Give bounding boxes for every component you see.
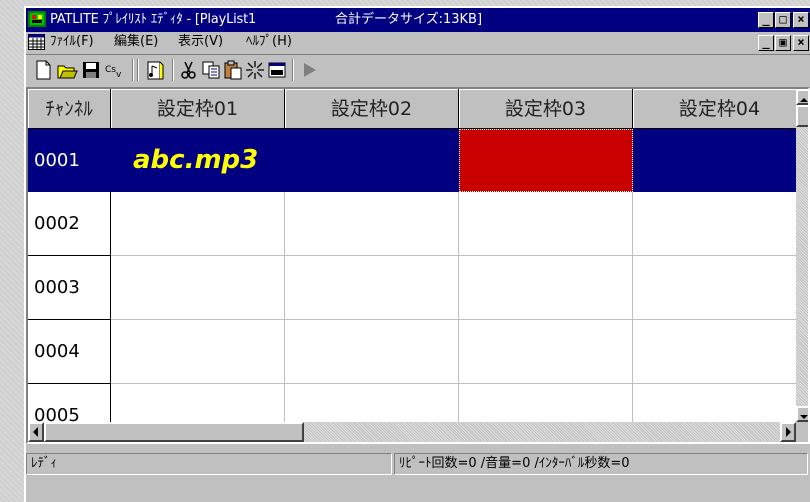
save-icon[interactable] bbox=[80, 59, 102, 81]
toolbar-separator bbox=[137, 59, 139, 81]
playlist-grid[interactable]: ﾁｬﾝﾈﾙ 設定枠01 設定枠02 設定枠03 設定枠04 0001 abc.m… bbox=[26, 87, 810, 444]
clear-icon[interactable] bbox=[244, 59, 266, 81]
scroll-down-button[interactable] bbox=[796, 406, 808, 422]
toolbar-separator bbox=[172, 59, 174, 81]
slot-cell-focused[interactable] bbox=[459, 129, 633, 192]
scroll-left-button[interactable] bbox=[28, 422, 44, 442]
toolbar: Cs v bbox=[26, 54, 810, 84]
window-icon[interactable] bbox=[266, 59, 288, 81]
slot-cell[interactable] bbox=[111, 256, 285, 320]
slot-cell[interactable] bbox=[111, 320, 285, 384]
playlist-icon[interactable] bbox=[144, 59, 166, 81]
menu-help[interactable]: ﾍﾙﾌﾟ(H) bbox=[246, 34, 292, 50]
cut-icon[interactable] bbox=[178, 59, 200, 81]
status-playback-info: ﾘﾋﾟｰﾄ回数=0 /音量=0 /ｲﾝﾀｰﾊﾞﾙ秒数=0 bbox=[394, 453, 808, 475]
maximize-button[interactable]: □ bbox=[775, 12, 791, 28]
slot-cell[interactable] bbox=[459, 256, 633, 320]
menu-bar: ﾌｧｲﾙ(F) 編集(E) 表示(V) ﾍﾙﾌﾟ(H) _ ▣ × bbox=[26, 32, 810, 52]
app-window: PATLITE ﾌﾟﾚｲﾘｽﾄ ｴﾃﾞｨﾀ - [PlayList1 合計データ… bbox=[24, 6, 810, 502]
toolbar-separator bbox=[132, 59, 134, 81]
open-icon[interactable] bbox=[56, 59, 78, 81]
svg-text:Cs: Cs bbox=[105, 65, 116, 75]
header-slot01[interactable]: 設定枠01 bbox=[111, 89, 285, 129]
app-icon bbox=[28, 11, 46, 27]
channel-cell[interactable]: 0004 bbox=[28, 320, 111, 384]
toolbar-separator bbox=[292, 59, 294, 81]
header-slot02[interactable]: 設定枠02 bbox=[285, 89, 459, 129]
channel-cell[interactable]: 0003 bbox=[28, 256, 111, 320]
minimize-button[interactable]: _ bbox=[758, 12, 774, 28]
horizontal-scrollbar[interactable] bbox=[28, 422, 796, 442]
slot-cell[interactable] bbox=[459, 192, 633, 256]
header-slot04[interactable]: 設定枠04 bbox=[633, 89, 807, 129]
scrollbar-corner bbox=[796, 422, 808, 442]
title-bar[interactable]: PATLITE ﾌﾟﾚｲﾘｽﾄ ｴﾃﾞｨﾀ - [PlayList1 合計データ… bbox=[26, 8, 810, 32]
document-icon[interactable] bbox=[28, 34, 45, 50]
menu-edit[interactable]: 編集(E) bbox=[114, 34, 158, 50]
menu-file[interactable]: ﾌｧｲﾙ(F) bbox=[50, 34, 94, 50]
slot-cell[interactable] bbox=[633, 320, 807, 384]
scroll-up-button[interactable] bbox=[796, 89, 808, 105]
scroll-right-button[interactable] bbox=[780, 422, 796, 442]
vertical-scrollbar[interactable] bbox=[796, 89, 808, 422]
svg-text:v: v bbox=[116, 70, 122, 80]
doc-minimize-button[interactable]: _ bbox=[758, 35, 774, 51]
file-name: abc.mp3 bbox=[133, 145, 259, 175]
slot-cell[interactable] bbox=[285, 192, 459, 256]
slot-cell[interactable] bbox=[633, 129, 807, 192]
status-ready: ﾚﾃﾞｨ bbox=[26, 453, 392, 475]
total-data-size: 合計データサイズ:13KB] bbox=[335, 12, 483, 27]
status-bar: ﾚﾃﾞｨ ﾘﾋﾟｰﾄ回数=0 /音量=0 /ｲﾝﾀｰﾊﾞﾙ秒数=0 bbox=[26, 448, 810, 478]
paste-icon[interactable] bbox=[222, 59, 244, 81]
header-slot03[interactable]: 設定枠03 bbox=[459, 89, 633, 129]
slot-cell[interactable] bbox=[285, 256, 459, 320]
window-title: PATLITE ﾌﾟﾚｲﾘｽﾄ ｴﾃﾞｨﾀ - [PlayList1 bbox=[50, 12, 257, 27]
doc-close-button[interactable]: × bbox=[793, 35, 809, 51]
slot-cell[interactable] bbox=[111, 192, 285, 256]
slot-cell[interactable] bbox=[285, 320, 459, 384]
play-icon[interactable] bbox=[298, 59, 320, 81]
vertical-scroll-thumb[interactable] bbox=[796, 105, 808, 127]
channel-cell[interactable]: 0001 bbox=[28, 129, 111, 192]
slot-cell[interactable]: abc.mp3 bbox=[111, 129, 285, 192]
menu-view[interactable]: 表示(V) bbox=[178, 34, 223, 50]
slot-cell[interactable] bbox=[633, 192, 807, 256]
horizontal-scroll-thumb[interactable] bbox=[44, 422, 304, 442]
arrow-left-icon bbox=[33, 427, 38, 437]
channel-cell[interactable]: 0002 bbox=[28, 192, 111, 256]
arrow-right-icon bbox=[786, 427, 791, 437]
copy-icon[interactable] bbox=[200, 59, 222, 81]
close-button[interactable]: × bbox=[793, 12, 809, 28]
header-channel[interactable]: ﾁｬﾝﾈﾙ bbox=[28, 89, 111, 129]
csv-icon[interactable]: Cs v bbox=[104, 59, 126, 81]
doc-restore-button[interactable]: ▣ bbox=[775, 35, 791, 51]
slot-cell[interactable] bbox=[285, 129, 459, 192]
new-icon[interactable] bbox=[32, 59, 54, 81]
slot-cell[interactable] bbox=[633, 256, 807, 320]
slot-cell[interactable] bbox=[459, 320, 633, 384]
